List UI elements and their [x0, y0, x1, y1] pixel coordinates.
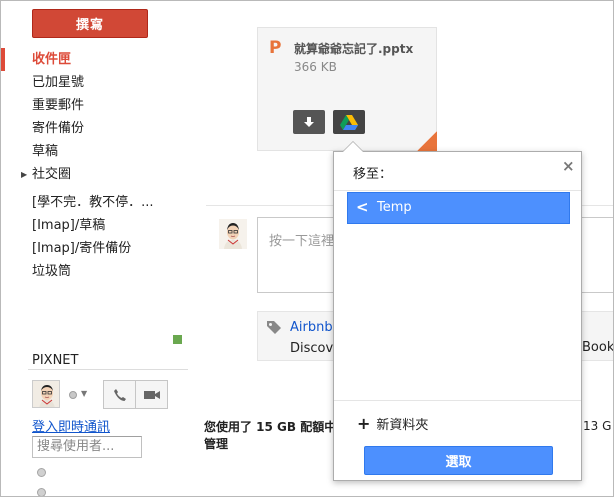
expand-caret-icon[interactable]: ▶	[21, 163, 27, 186]
sidebar-item-trash[interactable]: 垃圾筒	[1, 260, 191, 283]
reply-placeholder: 按一下這裡	[269, 234, 335, 249]
storage-quota: 您使用了 15 GB 配額中 管理	[204, 419, 336, 453]
attachment-card[interactable]: P 就算爺爺忘記了.pptx 366 KB	[257, 27, 437, 151]
compose-button[interactable]: 撰寫	[32, 9, 148, 38]
sidebar-item-starred[interactable]: 已加星號	[1, 71, 191, 94]
folder-name: Temp	[377, 200, 412, 215]
sidebar-item-imap-drafts[interactable]: [Imap]/草稿	[1, 214, 191, 237]
sidebar-item-important[interactable]: 重要郵件	[1, 94, 191, 117]
folded-corner-icon	[417, 131, 437, 151]
sidebar-nav: 收件匣 已加星號 重要郵件 寄件備份 草稿 ▶ 社交圈 [學不完．教不停．... …	[1, 48, 191, 283]
sidebar-item-label: [學不完．教不停．...	[32, 195, 154, 210]
new-folder-label: 新資料夾	[376, 418, 429, 433]
chat-section-title: PIXNET	[32, 353, 79, 368]
sidebar-item-label: 垃圾筒	[32, 264, 72, 279]
attachment-filename: 就算爺爺忘記了.pptx	[294, 42, 414, 56]
contact-status-icon	[37, 488, 46, 496]
sidebar-item-label: 已加星號	[32, 75, 85, 90]
sidebar-item-label: 寄件備份	[32, 121, 85, 136]
close-icon[interactable]: ×	[562, 157, 575, 175]
popup-arrow	[342, 141, 364, 152]
sidebar-item-sent[interactable]: 寄件備份	[1, 117, 191, 140]
quota-text: 您使用了 15 GB 配額中	[204, 420, 337, 434]
sidebar-item-label: 收件匣	[32, 52, 72, 67]
contact-status-icon	[37, 468, 46, 477]
download-button[interactable]	[293, 110, 325, 134]
save-to-drive-button[interactable]	[333, 110, 365, 134]
sidebar-item-imap-sent[interactable]: [Imap]/寄件備份	[1, 237, 191, 260]
sidebar-item-label: [Imap]/草稿	[32, 218, 106, 233]
chat-status-icon[interactable]	[69, 391, 77, 399]
sidebar-item-label: 草稿	[32, 144, 59, 159]
drive-icon	[340, 115, 358, 130]
video-call-button[interactable]	[135, 380, 168, 409]
status-indicator	[173, 335, 182, 344]
move-to-dialog: 移至： × < Temp + 新資料夾 選取	[333, 141, 582, 481]
sidebar-item-label: [Imap]/寄件備份	[32, 241, 132, 256]
phone-icon	[113, 388, 126, 401]
download-icon	[304, 116, 314, 127]
avatar	[219, 219, 247, 249]
attachment-size: 366 KB	[294, 60, 337, 74]
avatar[interactable]	[32, 380, 60, 408]
manage-link[interactable]: 管理	[204, 437, 228, 451]
sidebar-item-label: 社交圈	[32, 167, 72, 182]
pptx-file-icon: P	[269, 38, 282, 58]
sidebar-item-label-learn[interactable]: [學不完．教不停．...	[1, 191, 191, 214]
avatar-face-icon	[219, 219, 247, 249]
new-folder-button[interactable]: + 新資料夾	[357, 414, 428, 433]
chevron-left-icon[interactable]: <	[356, 198, 369, 216]
select-button[interactable]: 選取	[364, 446, 553, 475]
chat-search-input[interactable]: 搜尋使用者...	[32, 436, 142, 458]
quota-text-fragment: 13 G	[583, 419, 612, 433]
plus-icon: +	[357, 414, 371, 433]
sidebar-item-label: 重要郵件	[32, 98, 85, 113]
ad-text-fragment: Book	[582, 340, 614, 355]
avatar-face-icon	[33, 381, 59, 407]
video-camera-icon	[143, 390, 160, 399]
sidebar-item-drafts[interactable]: 草稿	[1, 140, 191, 163]
chat-signin-link[interactable]: 登入即時通訊	[32, 416, 110, 435]
folder-list: < Temp	[334, 190, 581, 401]
chevron-down-icon[interactable]: ▼	[81, 389, 87, 398]
tag-icon	[267, 321, 281, 334]
divider	[28, 369, 188, 370]
phone-call-button[interactable]	[103, 380, 136, 409]
sidebar-item-social[interactable]: ▶ 社交圈	[1, 163, 191, 186]
folder-item-temp[interactable]: < Temp	[347, 192, 570, 224]
sidebar-item-inbox[interactable]: 收件匣	[1, 48, 191, 71]
dialog-title: 移至：	[353, 167, 393, 182]
gmail-window: 撰寫 收件匣 已加星號 重要郵件 寄件備份 草稿 ▶ 社交圈 [學不完．教不停．.…	[0, 0, 614, 497]
